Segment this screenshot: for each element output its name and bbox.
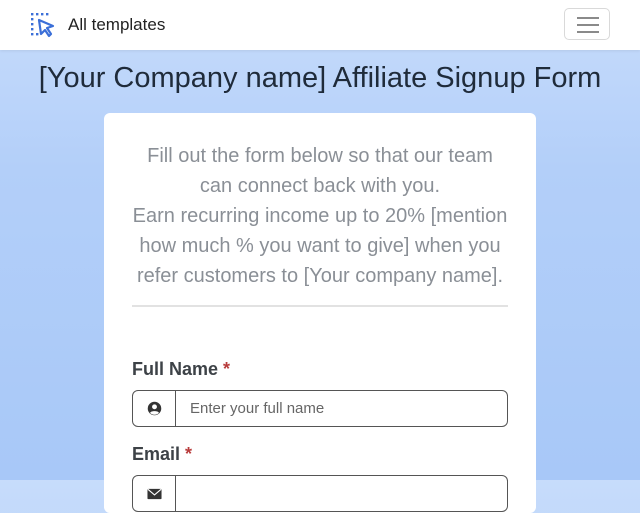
email-label: Email * <box>132 444 192 465</box>
full-name-input[interactable] <box>176 390 508 427</box>
user-circle-icon <box>132 390 176 427</box>
full-name-label: Full Name * <box>132 359 230 380</box>
email-input[interactable] <box>176 475 508 512</box>
intro-line-1: Fill out the form below so that our team… <box>147 145 493 197</box>
brand-text: All templates <box>68 15 166 34</box>
required-mark: * <box>223 359 231 379</box>
full-name-label-text: Full Name <box>132 359 219 379</box>
pointer-select-icon <box>30 12 56 38</box>
full-name-input-group <box>132 390 508 427</box>
top-navbar: All templates <box>0 0 640 50</box>
email-label-text: Email <box>132 444 181 464</box>
brand-link[interactable]: All templates <box>30 12 165 38</box>
hamburger-menu-button[interactable] <box>564 8 610 40</box>
signup-form-card: Fill out the form below so that our team… <box>104 113 536 513</box>
divider <box>132 305 508 307</box>
required-mark: * <box>185 444 193 464</box>
form-intro: Fill out the form below so that our team… <box>132 141 508 291</box>
email-input-group <box>132 475 508 512</box>
intro-line-2: Earn recurring income up to 20% [mention… <box>132 205 508 287</box>
envelope-icon <box>132 475 176 512</box>
page-title: [Your Company name] Affiliate Signup For… <box>38 62 602 94</box>
